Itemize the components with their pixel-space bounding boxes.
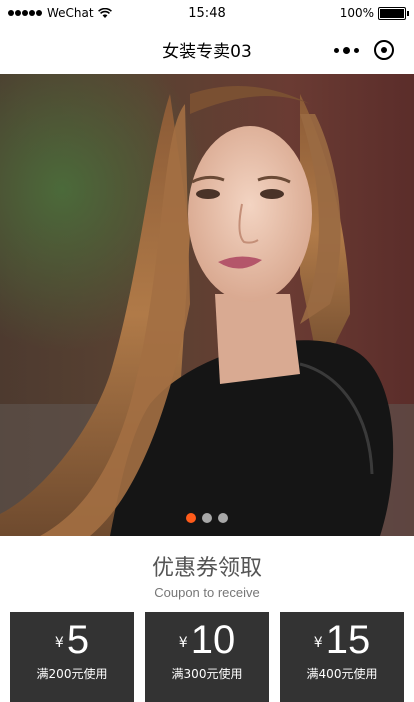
coupon-card[interactable]: ¥10 满300元使用 [145, 612, 269, 702]
carousel-dot-3[interactable] [218, 513, 228, 523]
more-dots-icon [333, 47, 339, 53]
carousel-indicator [0, 513, 414, 523]
section-subtitle: Coupon to receive [154, 585, 260, 600]
currency-symbol: ¥ [178, 635, 188, 651]
coupon-amount-row: ¥10 [145, 618, 269, 663]
currency-symbol: ¥ [313, 635, 323, 651]
coupon-amount: 15 [325, 618, 371, 662]
more-button[interactable] [326, 36, 366, 64]
status-right: 100% [339, 6, 409, 20]
coupon-amount-row: ¥5 [10, 618, 134, 663]
banner-carousel[interactable] [0, 74, 414, 536]
target-icon [374, 40, 394, 60]
capsule-menu [326, 36, 398, 64]
currency-symbol: ¥ [54, 635, 64, 651]
coupon-condition: 满200元使用 [36, 667, 108, 681]
nav-bar: 女装专卖03 [0, 28, 414, 72]
coupon-card[interactable]: ¥5 满200元使用 [10, 612, 134, 702]
carousel-dot-1[interactable] [186, 513, 196, 523]
carousel-dot-2[interactable] [202, 513, 212, 523]
coupon-list: ¥5 满200元使用 ¥10 满300元使用 ¥15 满400元使用 [10, 612, 404, 702]
coupon-card[interactable]: ¥15 满400元使用 [280, 612, 404, 702]
coupon-condition: 满300元使用 [171, 667, 243, 681]
close-miniprogram-button[interactable] [370, 36, 398, 64]
battery-icon [378, 6, 409, 20]
coupon-amount-row: ¥15 [280, 618, 404, 663]
coupon-section: 优惠券领取 Coupon to receive ¥5 满200元使用 ¥10 满… [0, 536, 414, 702]
banner-photo [0, 74, 414, 536]
battery-percent: 100% [339, 6, 374, 20]
coupon-amount: 10 [190, 618, 236, 662]
status-bar: WeChat 15:48 100% [0, 0, 414, 28]
coupon-amount: 5 [66, 618, 90, 662]
coupon-condition: 满400元使用 [306, 667, 378, 681]
section-title: 优惠券领取 [151, 556, 262, 581]
